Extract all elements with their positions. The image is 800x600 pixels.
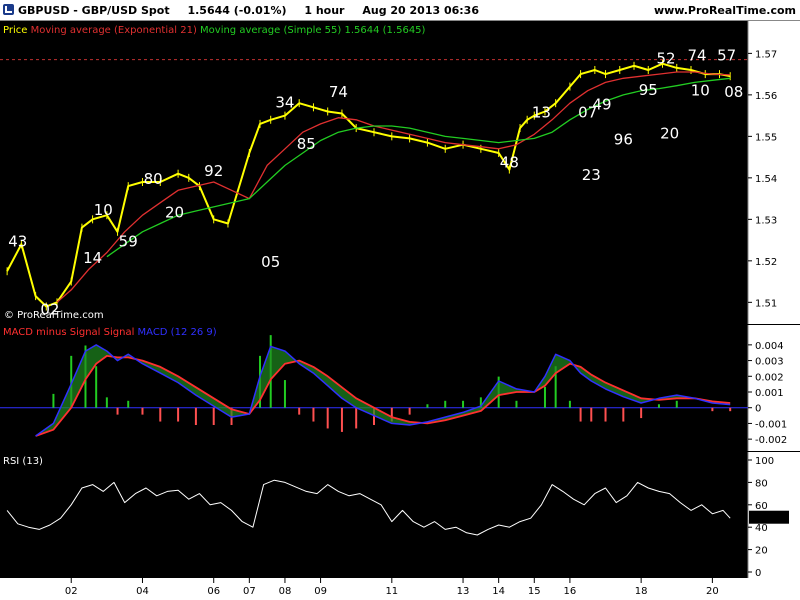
rsi-last-value: 48.471 [752,514,787,525]
pivot-label: 34 [275,93,294,111]
x-tick-label: 14 [492,586,505,597]
rsi-y-tick-label: 0 [755,568,761,579]
pivot-label: 20 [165,203,184,221]
x-tick-label: 13 [457,586,470,597]
pivot-label: 85 [297,135,316,153]
x-tick-label: 15 [528,586,541,597]
pivot-label: 10 [691,82,710,100]
x-tick-label: 18 [635,586,648,597]
chart-header: GBPUSD - GBP/USD Spot 1.5644 (-0.01%) 1 … [0,0,800,21]
price-legend: Price Moving average (Exponential 21) Mo… [3,25,426,36]
legend-entry: MACD (12 26 9) [138,327,217,338]
pivot-label: 49 [592,95,611,113]
macd-y-tick-label: -0.001 [755,419,787,430]
x-axis [0,578,800,600]
legend-entry: Moving average (Exponential 21) [31,25,200,36]
pivot-label: 92 [204,162,223,180]
price-y-tick-label: 1.56 [755,91,777,102]
pivot-label: 48 [500,153,519,171]
x-tick-label: 07 [243,586,256,597]
macd-y-tick-label: 0.002 [755,372,784,383]
pivot-label: 08 [724,83,743,101]
pivot-label: 14 [83,249,102,267]
pivot-label: 52 [657,50,676,68]
pivot-label: 57 [717,46,736,64]
price-y-tick-label: 1.55 [755,132,777,143]
site-link[interactable]: www.ProRealTime.com [654,4,796,17]
macd-panel[interactable]: 0.004 0.003 0.002 0.001 0 -0.001 -0.002 MACD mi… [0,325,800,451]
pivot-label: 74 [329,83,348,101]
x-tick-label: 11 [385,586,398,597]
rsi-y-tick-label: 100 [755,456,774,467]
legend-entry: Moving average (Simple 55) [200,25,344,36]
rsi-y-tick-label: 40 [755,523,768,534]
legend-entry: MACD minus Signal Signal [3,327,138,338]
legend-values: 1.5644 (1.5645) [344,25,425,36]
pivot-label: 74 [688,46,707,64]
macd-y-tick-label: 0.003 [755,357,784,368]
pivot-label: 13 [532,104,551,122]
x-tick-label: 09 [314,586,327,597]
macd-chart[interactable]: 0.004 0.003 0.002 0.001 0 -0.001 -0.002 MACD mi… [0,325,800,451]
pivot-label: 10 [94,201,113,219]
x-tick-label: 20 [706,586,719,597]
pivot-label: 95 [639,81,658,99]
pivot-label: 43 [8,232,27,250]
rsi-legend: RSI (13) [3,456,43,467]
pivot-label: 96 [614,131,633,149]
plot-area [0,452,748,600]
macd-y-tick-label: -0.002 [755,435,787,446]
datetime-label: Aug 20 2013 06:36 [362,4,479,17]
macd-y-tick-label: 0.004 [755,341,784,352]
x-tick-label: 04 [136,586,149,597]
rsi-y-tick-label: 80 [755,478,768,489]
price-chart[interactable]: 1.511.521.531.541.551.561.57430214105980… [0,21,800,324]
x-tick-label: 02 [65,586,78,597]
pivot-label: 23 [582,166,601,184]
price-y-tick-label: 1.52 [755,257,777,268]
rsi-chart[interactable]: 100 80 60 40 20 0 RSI (13) 48.471 02 04 06 07 08 09 11… [0,452,800,600]
price-y-tick-label: 1.54 [755,174,777,185]
pivot-label: 59 [119,232,138,250]
pivot-label: 05 [261,253,280,271]
macd-legend: MACD minus Signal Signal MACD (12 26 9) [3,327,217,338]
plot-area [0,325,748,451]
y-axis [748,21,800,324]
x-tick-label: 06 [207,586,220,597]
pivot-label: 20 [660,124,679,142]
chart-logo-icon [3,4,14,15]
price-y-tick-label: 1.51 [755,298,777,309]
rsi-y-tick-label: 60 [755,501,768,512]
chart-title: GBPUSD - GBP/USD Spot 1.5644 (-0.01%) 1 … [18,4,493,17]
symbol-label: GBPUSD - GBP/USD Spot [18,4,170,17]
rsi-panel[interactable]: 100 80 60 40 20 0 RSI (13) 48.471 02 04 06 07 08 09 11… [0,452,800,600]
macd-y-tick-label: 0.001 [755,388,784,399]
pivot-label: 80 [144,170,163,188]
price-y-tick-label: 1.53 [755,215,777,226]
legend-entry: Price [3,25,31,36]
quote-label: 1.5644 (-0.01%) [187,4,287,17]
x-tick-label: 16 [564,586,577,597]
macd-y-tick-label: 0 [755,404,761,415]
x-tick-label: 08 [279,586,292,597]
price-panel[interactable]: 1.51 1.52 1.53 1.54 1.55 1.56 1.57 43 02 14 10 59 80… [0,21,800,324]
timeframe-label: 1 hour [304,4,345,17]
watermark: © ProRealTime.com [4,310,104,321]
rsi-y-tick-label: 20 [755,546,768,557]
price-y-tick-label: 1.57 [755,49,777,60]
